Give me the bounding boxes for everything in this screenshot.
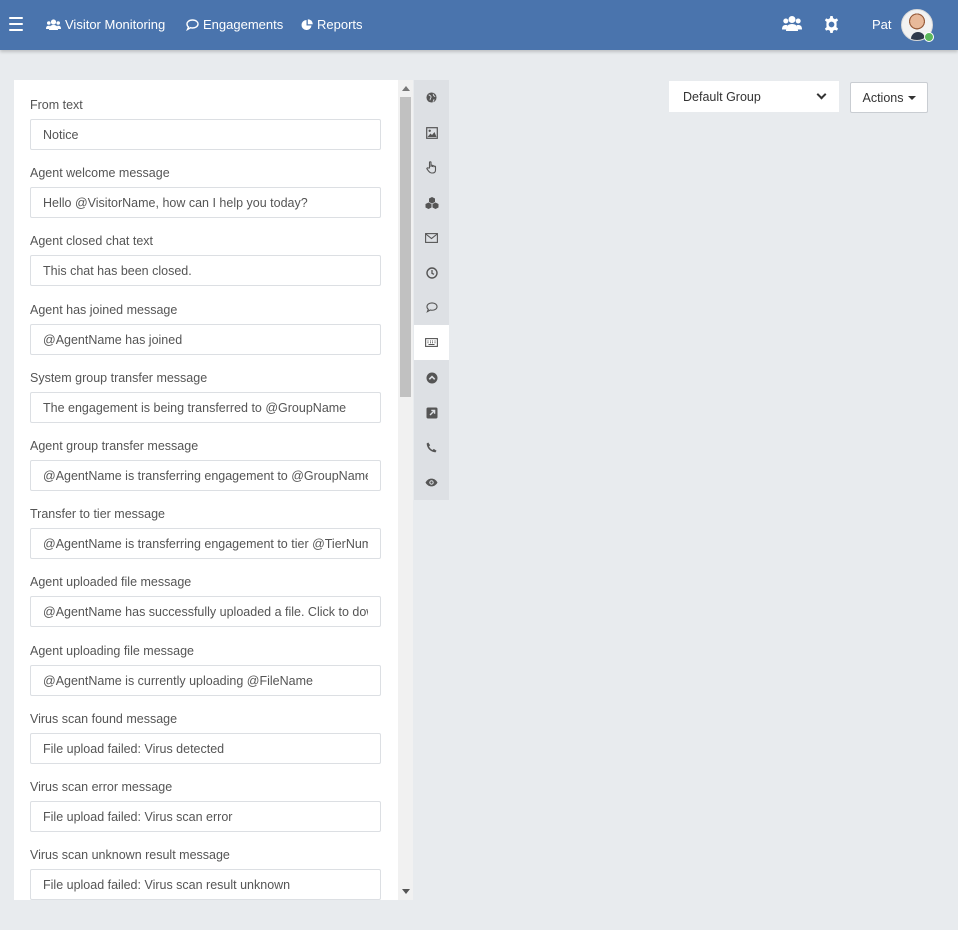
chevron-down-icon [816,89,827,100]
comment-icon [186,18,199,31]
field-label: Agent welcome message [30,166,170,180]
text-input[interactable] [30,119,381,150]
tab-image[interactable] [414,115,449,150]
group-select-value: Default Group [683,89,761,104]
comment-icon [425,302,438,313]
tab-chevron-up[interactable] [414,360,449,395]
text-input[interactable] [30,801,381,832]
form-field: Agent closed chat text [30,233,381,286]
field-label: Agent closed chat text [30,234,153,248]
text-input[interactable] [30,460,381,491]
field-label: Virus scan unknown result message [30,848,230,862]
tab-keyboard[interactable] [414,325,449,360]
pie-chart-icon [301,18,313,30]
field-label: System group transfer message [30,371,208,385]
nav-visitor-monitoring-label: Visitor Monitoring [65,17,166,32]
field-label: Agent group transfer message [30,439,199,453]
nav-reports-label: Reports [317,17,363,32]
field-label: Transfer to tier message [30,507,166,521]
field-label: Agent has joined message [30,303,178,317]
nav-engagements[interactable]: Engagements [186,17,283,32]
top-navbar: Visitor Monitoring Engagements Reports P… [0,0,958,50]
nav-engagements-label: Engagements [203,17,284,32]
nav-visitor-monitoring[interactable]: Visitor Monitoring [46,17,165,32]
keyboard-icon [425,338,438,347]
form-field: Agent has joined message [30,302,381,355]
panel-scrollbar[interactable] [398,80,413,900]
text-input[interactable] [30,869,381,900]
hand-pointer-icon [425,161,436,174]
hamburger-menu-icon[interactable] [9,17,23,31]
scroll-up-arrow[interactable] [402,86,410,91]
form-field: Agent uploaded file message [30,574,381,627]
scroll-down-arrow[interactable] [402,889,410,894]
users-icon [46,18,61,30]
eye-icon [425,478,438,487]
text-input[interactable] [30,528,381,559]
phone-icon [426,442,437,453]
form-field: Virus scan error message [30,779,381,832]
group-select[interactable]: Default Group [669,81,839,112]
clock-icon [425,266,438,279]
nav-reports[interactable]: Reports [301,17,363,32]
tab-phone[interactable] [414,430,449,465]
form-field: Virus scan unknown result message [30,847,381,900]
settings-form-panel: From text Agent welcome message Agent clos… [14,80,398,900]
tab-clock[interactable] [414,255,449,290]
image-icon [425,126,438,139]
form-field: System group transfer message [30,370,381,423]
form-field: Virus scan found message [30,711,381,764]
text-input[interactable] [30,665,381,696]
user-name[interactable]: Pat [872,17,892,32]
field-label: Agent uploading file message [30,644,195,658]
text-input[interactable] [30,255,381,286]
tab-eye[interactable] [414,465,449,500]
tab-cubes[interactable] [414,185,449,220]
cubes-icon [425,196,438,209]
envelope-icon [425,232,438,243]
field-label: From text [30,98,83,112]
text-input[interactable] [30,733,381,764]
vertical-tab-bar [414,80,449,500]
caret-down-icon [907,95,916,100]
external-link-square-icon [426,407,437,418]
scroll-thumb[interactable] [400,97,411,397]
form-field: Agent uploading file message [30,643,381,696]
actions-button-label: Actions [862,90,904,105]
team-users-icon[interactable] [782,15,802,36]
gear-icon[interactable] [823,16,840,36]
chevron-circle-up-icon [426,372,437,383]
online-status-indicator [924,32,934,42]
form-field: Transfer to tier message [30,506,381,559]
form-field: From text [30,97,381,150]
field-label: Agent uploaded file message [30,575,192,589]
tab-external-link[interactable] [414,395,449,430]
tab-globe[interactable] [414,80,449,115]
text-input[interactable] [30,324,381,355]
text-input[interactable] [30,596,381,627]
field-label: Virus scan found message [30,712,178,726]
form-field: Agent group transfer message [30,438,381,491]
globe-icon [426,92,437,103]
text-input[interactable] [30,392,381,423]
actions-button[interactable]: Actions [850,82,928,113]
tab-envelope[interactable] [414,220,449,255]
form-field: Agent welcome message [30,165,381,218]
text-input[interactable] [30,187,381,218]
tab-comment[interactable] [414,290,449,325]
tab-hand-pointer[interactable] [414,150,449,185]
field-label: Virus scan error message [30,780,173,794]
